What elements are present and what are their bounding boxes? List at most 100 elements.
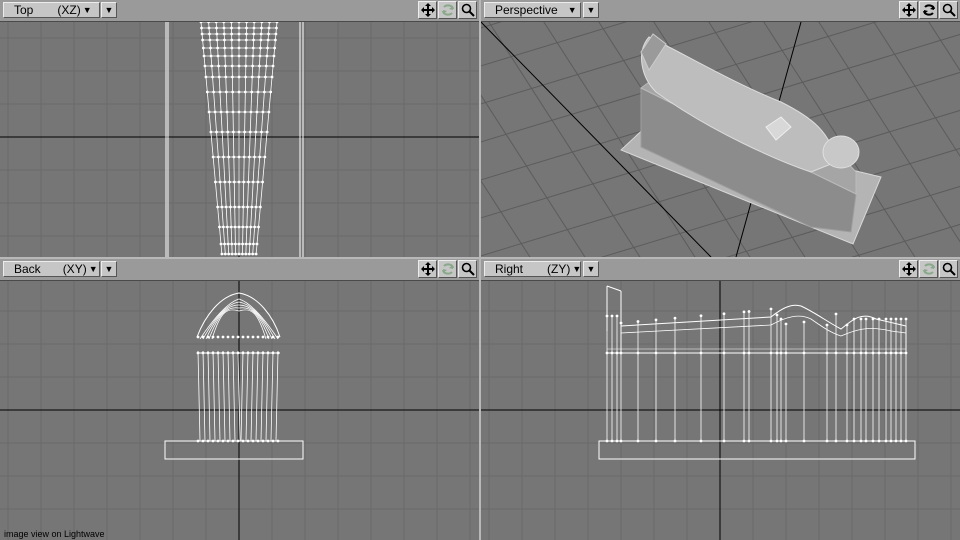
rotate-view-button[interactable] [919,260,938,278]
wire-vertex [268,22,271,24]
wire-vertex [201,335,205,339]
base-plate-outline [598,440,916,460]
wire-vertex [218,90,222,94]
wire-vertex [605,351,609,355]
zoom-view-icon [942,3,956,17]
wire-vertex [237,180,241,184]
wire-vertex [636,320,640,323]
wire-vertex [217,75,221,79]
rotate-view-icon [441,4,454,16]
move-view-button[interactable] [418,1,437,19]
rotate-view-button[interactable] [438,1,457,19]
wire-vertex [213,110,217,114]
move-view-icon [420,3,435,17]
wire-vertex [261,110,265,114]
viewport-canvas[interactable] [481,22,960,257]
viewport-canvas[interactable] [0,22,479,257]
wire-vertex [216,46,220,50]
wire-vertex [224,205,228,209]
wire-vertex [899,317,903,321]
wire-vertex [258,46,262,50]
wire-vertex [244,38,248,42]
wire-edge [255,350,259,442]
move-view-button[interactable] [899,1,918,19]
wire-edge [620,315,907,337]
wire-edge [606,285,622,292]
wire-vertex [636,351,640,355]
zoom-view-button[interactable] [458,260,477,278]
wire-vertex [904,317,908,321]
wire-vertex [802,351,806,355]
wire-vertex [275,22,279,24]
wire-vertex [747,310,751,313]
wire-vertex [244,32,248,36]
wire-vertex [263,155,267,159]
wire-edge [275,350,279,442]
wire-vertex [261,180,264,184]
move-view-button[interactable] [418,260,437,278]
wire-vertex [779,351,783,355]
wire-vertex [208,38,212,42]
viewport-back[interactable]: Back (XY) ▼ ▼ [0,259,479,540]
move-view-button[interactable] [899,260,918,278]
viewport-options-dropdown[interactable]: ▼ [101,2,117,18]
wire-vertex [246,335,250,339]
wire-vertex [226,242,230,246]
wire-vertex [237,252,241,256]
wire-vertex [253,155,256,159]
rotate-view-button[interactable] [438,260,457,278]
view-type-menu[interactable]: Top (XZ) ▼ [3,2,100,18]
chevron-down-icon: ▼ [567,5,577,15]
viewport-options-dropdown[interactable]: ▼ [583,261,599,277]
viewport-top[interactable]: Top (XZ) ▼ ▼ [0,0,479,257]
wire-vertex [769,351,773,355]
wire-vertex [223,54,227,58]
wire-vertex [216,54,220,58]
wire-vertex [260,22,264,24]
wire-vertex [241,335,245,339]
wire-vertex [196,335,200,339]
wire-vertex [202,54,206,58]
wire-vertex [237,110,241,114]
viewport-options-dropdown[interactable]: ▼ [101,261,117,277]
viewport-right[interactable]: Right (ZY) ▼ ▼ [481,259,960,540]
view-type-label: Right [495,262,524,276]
wire-vertex [852,317,856,321]
viewport-canvas[interactable] [481,281,960,540]
wire-vertex [254,130,258,134]
wire-vertex [769,307,773,311]
wire-vertex [673,316,677,320]
wire-edge [227,350,231,442]
wire-vertex [251,64,255,68]
zoom-view-button[interactable] [939,1,958,19]
wire-vertex [219,110,223,114]
view-type-menu[interactable]: Perspective ▼ [484,2,581,18]
wire-vertex [233,242,237,246]
view-type-menu[interactable]: Right (ZY) ▼ [484,261,581,277]
view-type-menu[interactable]: Back (XY) ▼ [3,261,100,277]
wire-edge [265,350,269,442]
wire-vertex [227,155,231,159]
wire-vertex [251,335,255,339]
wire-vertex [237,90,241,94]
viewport-perspective[interactable]: Perspective ▼ ▼ [481,0,960,257]
viewport-canvas[interactable] [0,281,479,540]
wire-vertex [258,64,261,68]
rotate-view-icon [922,263,935,275]
wire-vertex [264,64,268,68]
viewport-divider-vertical[interactable] [479,0,481,540]
rotate-view-button[interactable] [919,1,938,19]
chevron-down-icon: ▼ [82,5,92,15]
viewport-options-dropdown[interactable]: ▼ [583,2,599,18]
wire-vertex [206,335,210,339]
zoom-view-button[interactable] [458,1,477,19]
wire-edge [202,350,206,442]
wire-vertex [241,252,244,256]
wire-vertex [215,130,218,134]
wire-vertex [244,252,248,256]
wire-vertex [250,75,254,79]
wire-vertex [779,317,783,321]
wire-edge [240,350,244,442]
rotate-view-icon [441,263,454,275]
zoom-view-button[interactable] [939,260,958,278]
